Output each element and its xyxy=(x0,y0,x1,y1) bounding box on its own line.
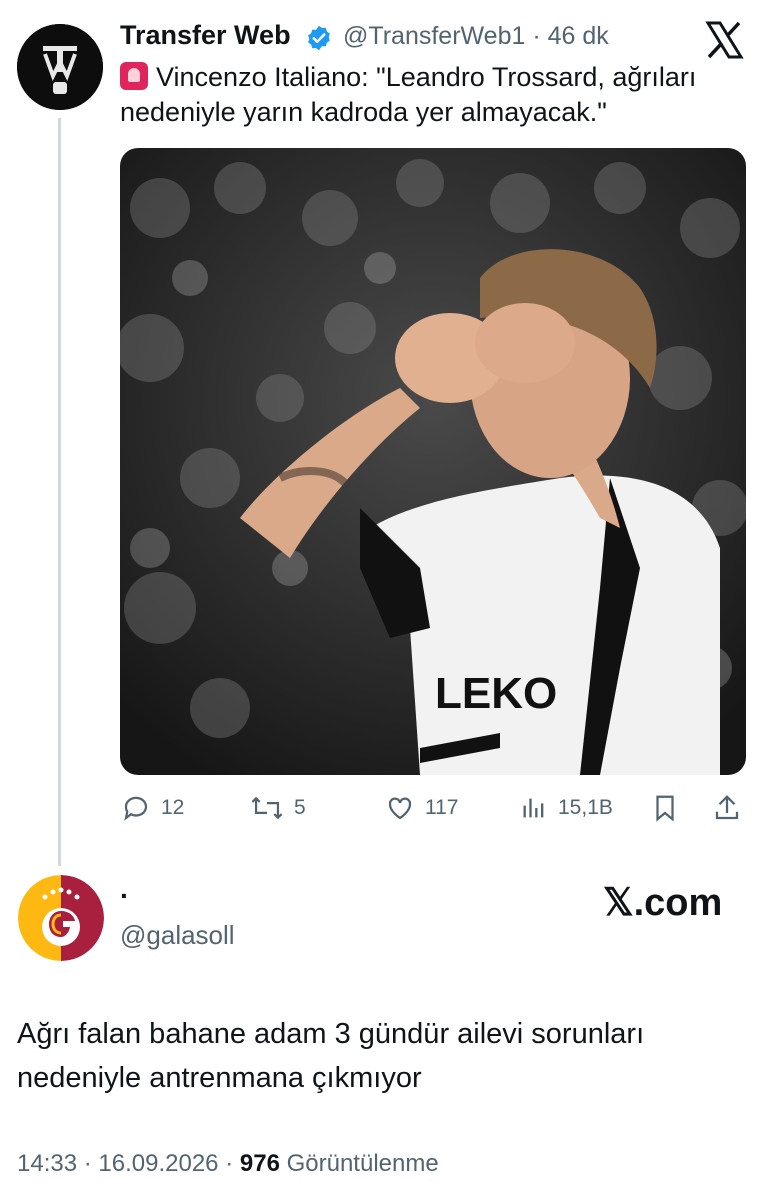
repost-icon xyxy=(251,796,283,820)
svg-text:LEKO: LEKO xyxy=(435,669,557,718)
tweet-text: Ağrı falan bahane adam 3 gündür ailevi s… xyxy=(17,1018,645,1094)
share-button[interactable] xyxy=(712,792,752,824)
author-handle[interactable]: @galasoll xyxy=(120,920,235,951)
football-player-photo: LEKO xyxy=(120,148,746,775)
x-logo-icon xyxy=(704,20,744,60)
views-button[interactable]: 15,1B xyxy=(520,792,613,824)
author-name[interactable]: · xyxy=(120,880,129,912)
bookmark-icon xyxy=(656,795,674,822)
x-com-watermark: 𝕏.com xyxy=(603,882,723,924)
tweet-time[interactable]: 14:33 xyxy=(17,1150,77,1177)
like-button[interactable]: 117 xyxy=(385,792,458,824)
tweet-photo[interactable]: LEKO xyxy=(120,148,746,775)
quoted-handle-line: @TransferWeb1 · 46 dk xyxy=(343,22,609,51)
repost-button[interactable]: 5 xyxy=(250,792,306,824)
verified-badge-icon xyxy=(305,24,333,52)
separator-dot: · xyxy=(225,1150,234,1177)
reply-button[interactable]: 12 xyxy=(121,792,184,824)
like-count: 117 xyxy=(425,796,459,819)
transfer-web-avatar[interactable] xyxy=(17,24,103,110)
galasoll-avatar[interactable] xyxy=(18,875,104,961)
reply-icon xyxy=(124,796,148,821)
reply-count: 12 xyxy=(161,796,185,819)
quoted-tweet-text-block: Vincenzo Italiano: "Leandro Trossard, ağ… xyxy=(120,60,750,130)
quoted-time-ago[interactable]: 46 dk xyxy=(548,22,609,50)
repost-count: 5 xyxy=(294,796,306,819)
share-icon xyxy=(715,795,739,820)
separator-dot: · xyxy=(532,22,541,50)
quoted-handle[interactable]: @TransferWeb1 xyxy=(343,22,525,50)
views-chart-icon xyxy=(523,798,544,818)
bookmark-button[interactable] xyxy=(652,792,688,824)
views-label: Görüntülenme xyxy=(286,1150,439,1177)
views-number: 976 xyxy=(239,1150,280,1177)
heart-icon xyxy=(388,797,412,820)
galatasaray-crest-icon xyxy=(18,875,104,961)
thread-line xyxy=(58,118,61,866)
separator-dot: · xyxy=(83,1150,92,1177)
quoted-tweet-text: Vincenzo Italiano: "Leandro Trossard, ağ… xyxy=(120,62,697,127)
views-count: 15,1B xyxy=(558,796,613,819)
quoted-author-name[interactable]: Transfer Web xyxy=(120,20,291,51)
police-siren-icon xyxy=(120,62,148,90)
tweet-date[interactable]: 16.09.2026 xyxy=(98,1150,218,1177)
transfer-web-logo-icon xyxy=(17,24,103,110)
tweet-meta: 14:33 · 16.09.2026 · 976 Görüntülenme xyxy=(17,1150,439,1178)
